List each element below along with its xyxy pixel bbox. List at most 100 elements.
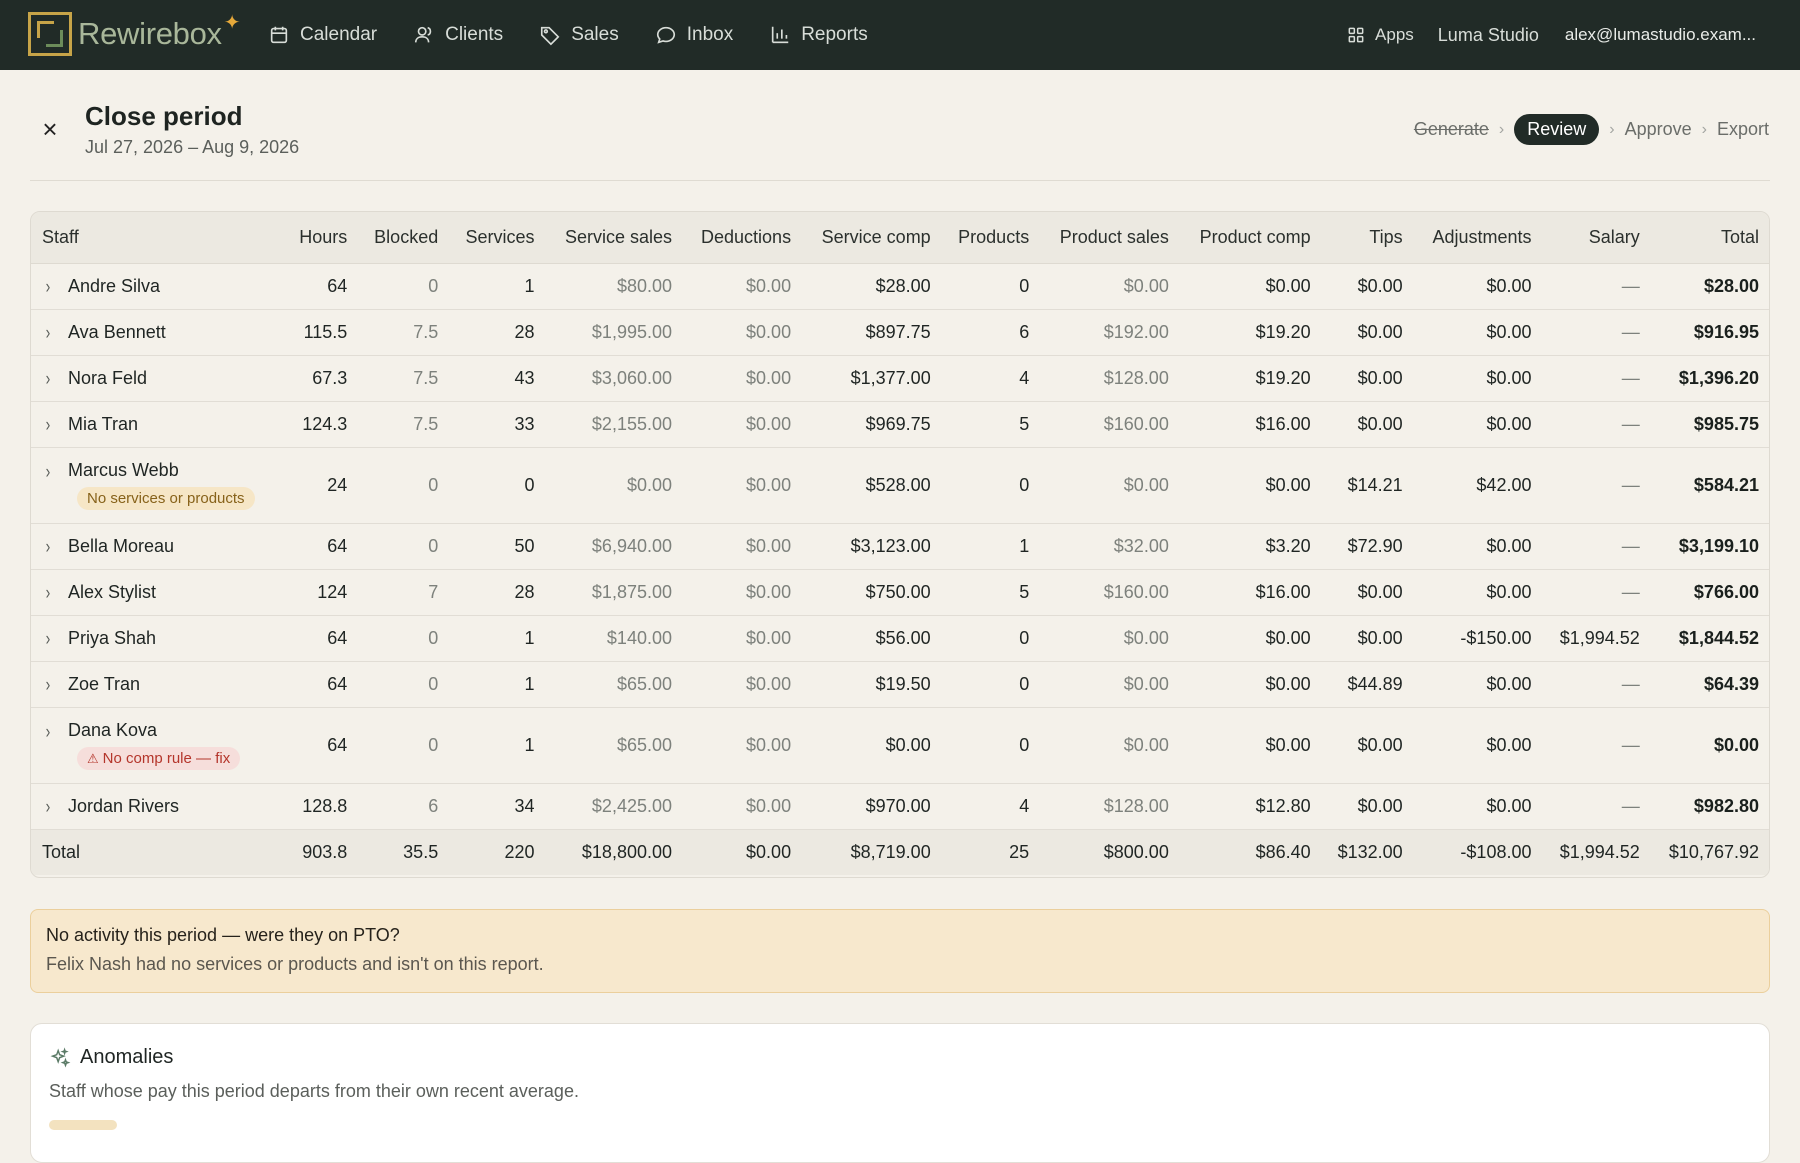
top-nav-bar: Rewirebox ✦ Calendar Clients Sales Inbox… [0,0,1800,70]
column-header[interactable]: Adjustments [1412,212,1542,264]
nav-calendar[interactable]: Calendar [268,24,377,46]
table-row[interactable]: › Bella Moreau 64 0 50 $6,940.00 $0.00 $3,123.0… [31,523,1769,570]
expand-chevron-icon[interactable]: › [42,719,54,741]
staff-line: › Marcus Webb [42,459,274,481]
table-row[interactable]: › Andre Silva 64 0 1 $80.00 $0.00 $28.00 0 $0.00 $… [31,263,1769,310]
table-row[interactable]: › Ava Bennett 115.5 7.5 28 $1,995.00 $0.00 $897… [31,309,1769,356]
services-cell: 28 [448,309,545,356]
step-approve[interactable]: Approve [1625,119,1692,140]
totals-label: Total [31,829,284,875]
staff-name: Dana Kova [68,720,158,740]
nav-clients[interactable]: Clients [413,24,503,46]
products-cell: 0 [940,707,1040,784]
account-menu[interactable]: alex@lumastudio.exam... [1565,25,1756,45]
studio-switcher[interactable]: Luma Studio [1438,25,1539,46]
expand-chevron-icon[interactable]: › [42,413,54,435]
nav-sales[interactable]: Sales [539,24,619,46]
total-cell: $28.00 [1649,263,1769,310]
nav-clients-label: Clients [445,24,504,45]
tips-cell: $0.00 [1320,401,1413,448]
service-comp-cell: $750.00 [801,569,941,616]
expand-chevron-icon[interactable]: › [42,321,54,343]
expand-chevron-icon[interactable]: › [42,459,54,481]
column-header[interactable]: Service sales [544,212,682,264]
payroll-table-card: Staff Hours Blocked Services Service sales De… [30,211,1770,878]
brand-logo[interactable]: Rewirebox ✦ [28,12,241,56]
column-header[interactable]: Blocked [357,212,449,264]
deductions-cell: $0.00 [682,783,802,830]
step-review[interactable]: Review [1514,114,1600,145]
salary-cell: — [1541,401,1650,448]
nav-inbox[interactable]: Inbox [655,24,733,46]
table-row[interactable]: › Priya Shah 64 0 1 $140.00 $0.00 $56.00 0 $0.00 $… [31,615,1769,662]
staff-name: Marcus Webb [68,460,179,480]
total-products: 25 [940,829,1040,875]
table-row[interactable]: › Nora Feld 67.3 7.5 43 $3,060.00 $0.00 $1,377.… [31,355,1769,402]
staff-cell: › Jordan Rivers [31,783,284,830]
hours-cell: 64 [283,661,358,708]
service-comp-cell: $56.00 [801,615,941,662]
table-row[interactable]: › Mia Tran 124.3 7.5 33 $2,155.00 $0.00 $969.75… [31,401,1769,448]
product-sales-cell: $0.00 [1039,447,1179,524]
expand-chevron-icon[interactable]: › [42,795,54,817]
column-header[interactable]: Product comp [1178,212,1321,264]
nav-calendar-label: Calendar [300,24,378,45]
product-sales-cell: $192.00 [1039,309,1179,356]
step-export[interactable]: Export [1717,119,1769,140]
services-cell: 34 [448,783,545,830]
chat-bubble-icon [656,26,675,44]
column-header[interactable]: Hours [283,212,358,264]
salary-cell: — [1541,309,1650,356]
badge-label: No services or products [87,490,245,507]
expand-chevron-icon[interactable]: › [42,627,54,649]
column-header[interactable]: Deductions [682,212,802,264]
expand-chevron-icon[interactable]: › [42,581,54,603]
column-header[interactable]: Service comp [801,212,941,264]
column-header[interactable]: Tips [1320,212,1413,264]
table-row[interactable]: › Zoe Tran 64 0 1 $65.00 $0.00 $19.50 0 $0.00 $0.0… [31,661,1769,708]
expand-chevron-icon[interactable]: › [42,275,54,297]
staff-line: › Bella Moreau [42,535,274,557]
table-row[interactable]: › Alex Stylist 124 7 28 $1,875.00 $0.00 $750.00… [31,569,1769,616]
total-salary: $1,994.52 [1541,829,1650,875]
hours-cell: 124 [283,569,358,616]
column-header[interactable]: Staff [31,212,284,264]
service-comp-cell: $0.00 [801,707,941,784]
expand-chevron-icon[interactable]: › [42,367,54,389]
staff-cell: › Bella Moreau [31,523,284,570]
staff-line: › Dana Kova [42,719,274,741]
expand-chevron-icon[interactable]: › [42,673,54,695]
table-row[interactable]: › Marcus Webb No services or products 24 0 0 $… [31,447,1769,524]
staff-name: Andre Silva [68,275,161,296]
table-row[interactable]: › Jordan Rivers 128.8 6 34 $2,425.00 $0.00 $970… [31,783,1769,830]
service-sales-cell: $0.00 [544,447,682,524]
service-comp-cell: $969.75 [801,401,941,448]
totals-row: Total 903.8 35.5 220 $18,800.00 $0.00 $8,719.0… [31,829,1769,875]
deductions-cell: $0.00 [682,263,802,310]
column-header[interactable]: Products [940,212,1040,264]
tips-cell: $0.00 [1320,783,1413,830]
tips-cell: $0.00 [1320,615,1413,662]
close-icon[interactable]: × [38,116,62,142]
column-header[interactable]: Total [1649,212,1769,264]
product-sales-cell: $128.00 [1039,783,1179,830]
column-header[interactable]: Salary [1541,212,1650,264]
table-row[interactable]: › Dana Kova ⚠ No comp rule — fix 64 0 1 $65.00 $… [31,707,1769,784]
service-comp-cell: $528.00 [801,447,941,524]
tips-cell: $0.00 [1320,263,1413,310]
tips-cell: $44.89 [1320,661,1413,708]
nav-reports[interactable]: Reports [769,24,868,46]
apps-menu[interactable]: Apps [1346,25,1414,45]
services-cell: 33 [448,401,545,448]
stepper: Generate › Review › Approve › Export [1414,114,1769,145]
product-comp-cell: $3.20 [1178,523,1321,570]
tips-cell: $14.21 [1320,447,1413,524]
error-badge[interactable]: ⚠ No comp rule — fix [77,747,241,770]
chevron-right-icon: › [1498,120,1505,138]
service-sales-cell: $2,425.00 [544,783,682,830]
column-header[interactable]: Product sales [1039,212,1179,264]
step-generate[interactable]: Generate [1414,119,1489,140]
tips-cell: $0.00 [1320,569,1413,616]
column-header[interactable]: Services [448,212,545,264]
expand-chevron-icon[interactable]: › [42,535,54,557]
